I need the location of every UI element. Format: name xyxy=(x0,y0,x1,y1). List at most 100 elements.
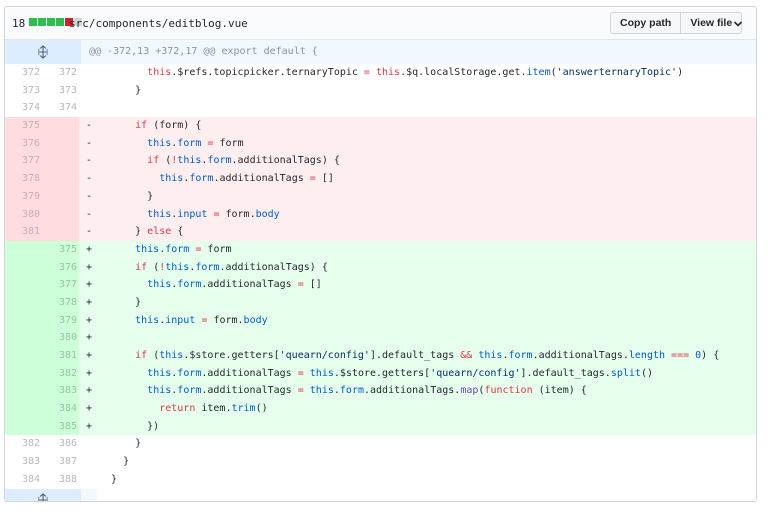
code-line: if (!this.form.additionalTags) { xyxy=(97,258,756,277)
new-line-number[interactable] xyxy=(42,117,79,135)
diff-line: 372 372 this .$refs.topicpicker.ternaryTop… xyxy=(5,64,756,82)
new-line-number[interactable]: 382 xyxy=(42,364,79,383)
code-line: } else { xyxy=(97,223,756,241)
old-line-number[interactable]: 382 xyxy=(5,435,42,454)
new-line-number[interactable]: 374 xyxy=(42,99,79,118)
old-line-number[interactable] xyxy=(5,293,42,312)
code-token: .additionalTags. xyxy=(532,350,629,361)
old-line-number[interactable] xyxy=(5,258,42,277)
diff-marker: + xyxy=(79,364,97,383)
old-line-number[interactable]: 378 xyxy=(5,170,42,188)
code-line: this.form.additionalTags = [] xyxy=(97,170,756,188)
new-line-number[interactable]: 380 xyxy=(42,329,79,347)
diff-line: 378 + } xyxy=(5,293,756,312)
diff-marker: + xyxy=(79,293,97,312)
code-token: } xyxy=(99,438,142,450)
diff-line: 374 374 xyxy=(5,99,756,118)
diff-line: 380 + xyxy=(5,329,756,347)
code-token: } xyxy=(99,84,142,96)
code-token: if xyxy=(135,120,148,132)
old-line-number[interactable] xyxy=(5,276,42,294)
diff-marker: + xyxy=(79,258,97,277)
copy-path-button[interactable]: Copy path xyxy=(610,12,682,34)
new-line-number[interactable] xyxy=(42,170,79,188)
code-token: form xyxy=(177,137,202,149)
old-line-number[interactable] xyxy=(5,329,42,347)
code-token: this xyxy=(375,67,401,78)
old-line-number[interactable]: 375 xyxy=(5,117,42,135)
code-token: return xyxy=(159,403,196,415)
code-token: this xyxy=(159,173,184,185)
diff-marker xyxy=(79,64,97,82)
old-line-number[interactable] xyxy=(5,417,42,436)
old-line-number[interactable] xyxy=(5,400,42,418)
old-line-number[interactable]: 372 xyxy=(5,64,42,82)
new-line-number[interactable] xyxy=(42,152,79,171)
code-token: .$q.localStorage.get. xyxy=(400,67,527,78)
diffstat-block xyxy=(38,18,46,26)
diff-line: 377 + this.form.additionalTags = [] xyxy=(5,276,756,294)
old-line-number[interactable]: 384 xyxy=(5,470,42,489)
old-line-number[interactable]: 373 xyxy=(5,81,42,100)
code-token: this xyxy=(135,243,160,255)
file-name[interactable]: src/components/editblog.vue xyxy=(69,17,248,30)
new-line-number[interactable]: 385 xyxy=(42,417,79,436)
expand-up-button[interactable] xyxy=(5,40,81,64)
old-line-number[interactable]: 376 xyxy=(5,134,42,153)
diff-line: 382 + this.form.additionalTags = this.$st… xyxy=(5,364,756,383)
code-token: form xyxy=(177,385,202,397)
diff-file: 18 src/components/editblog.vue Copy path… xyxy=(4,6,757,502)
new-line-number[interactable] xyxy=(42,205,79,224)
new-line-number[interactable]: 372 xyxy=(42,64,79,82)
old-line-number[interactable] xyxy=(5,240,42,259)
new-line-number[interactable] xyxy=(42,134,79,153)
code-token: item. xyxy=(195,403,232,415)
code-token: ) xyxy=(677,67,684,78)
old-line-number[interactable]: 383 xyxy=(5,453,42,471)
code-token: === xyxy=(671,350,690,361)
diff-marker: + xyxy=(79,276,97,294)
hunk-footer-row xyxy=(5,488,756,501)
new-line-number[interactable]: 379 xyxy=(42,311,79,330)
old-line-number[interactable]: 381 xyxy=(5,223,42,241)
code-line: this.form.additionalTags = this.$store.g… xyxy=(97,364,756,383)
new-line-number[interactable]: 373 xyxy=(42,81,79,100)
new-line-number[interactable]: 377 xyxy=(42,276,79,294)
code-token: else xyxy=(147,226,172,238)
new-line-number[interactable]: 376 xyxy=(42,258,79,277)
old-line-number[interactable] xyxy=(5,347,42,365)
code-token: if xyxy=(135,261,148,273)
new-line-number[interactable]: 384 xyxy=(42,400,79,418)
new-line-number[interactable]: 383 xyxy=(42,382,79,401)
chevron-down-icon[interactable] xyxy=(732,18,744,30)
new-line-number[interactable]: 388 xyxy=(42,470,79,489)
new-line-number[interactable]: 381 xyxy=(42,347,79,365)
old-line-number[interactable]: 379 xyxy=(5,187,42,206)
new-line-number[interactable] xyxy=(42,223,79,241)
old-line-number[interactable]: 377 xyxy=(5,152,42,171)
new-line-number[interactable] xyxy=(42,187,79,206)
new-line-number[interactable]: 386 xyxy=(42,435,79,454)
old-line-number[interactable]: 374 xyxy=(5,99,42,118)
old-line-number[interactable] xyxy=(5,382,42,401)
new-line-number[interactable]: 375 xyxy=(42,240,79,259)
diff-marker xyxy=(79,471,97,489)
code-token: .$store.getters[ xyxy=(333,367,431,379)
diff-marker: + xyxy=(79,382,97,401)
new-line-number[interactable]: 378 xyxy=(42,293,79,312)
new-line-number[interactable]: 387 xyxy=(42,453,79,471)
old-line-number[interactable] xyxy=(5,364,42,383)
old-line-number[interactable] xyxy=(5,311,42,330)
code-token: form. xyxy=(219,208,256,220)
code-token: .$refs.topicpicker.ternaryTopic xyxy=(171,67,364,78)
code-token: item xyxy=(526,67,551,78)
old-line-number[interactable]: 380 xyxy=(5,205,42,224)
diff-line: 384 + return item.trim() xyxy=(5,400,756,418)
expand-down-button[interactable] xyxy=(5,488,81,501)
